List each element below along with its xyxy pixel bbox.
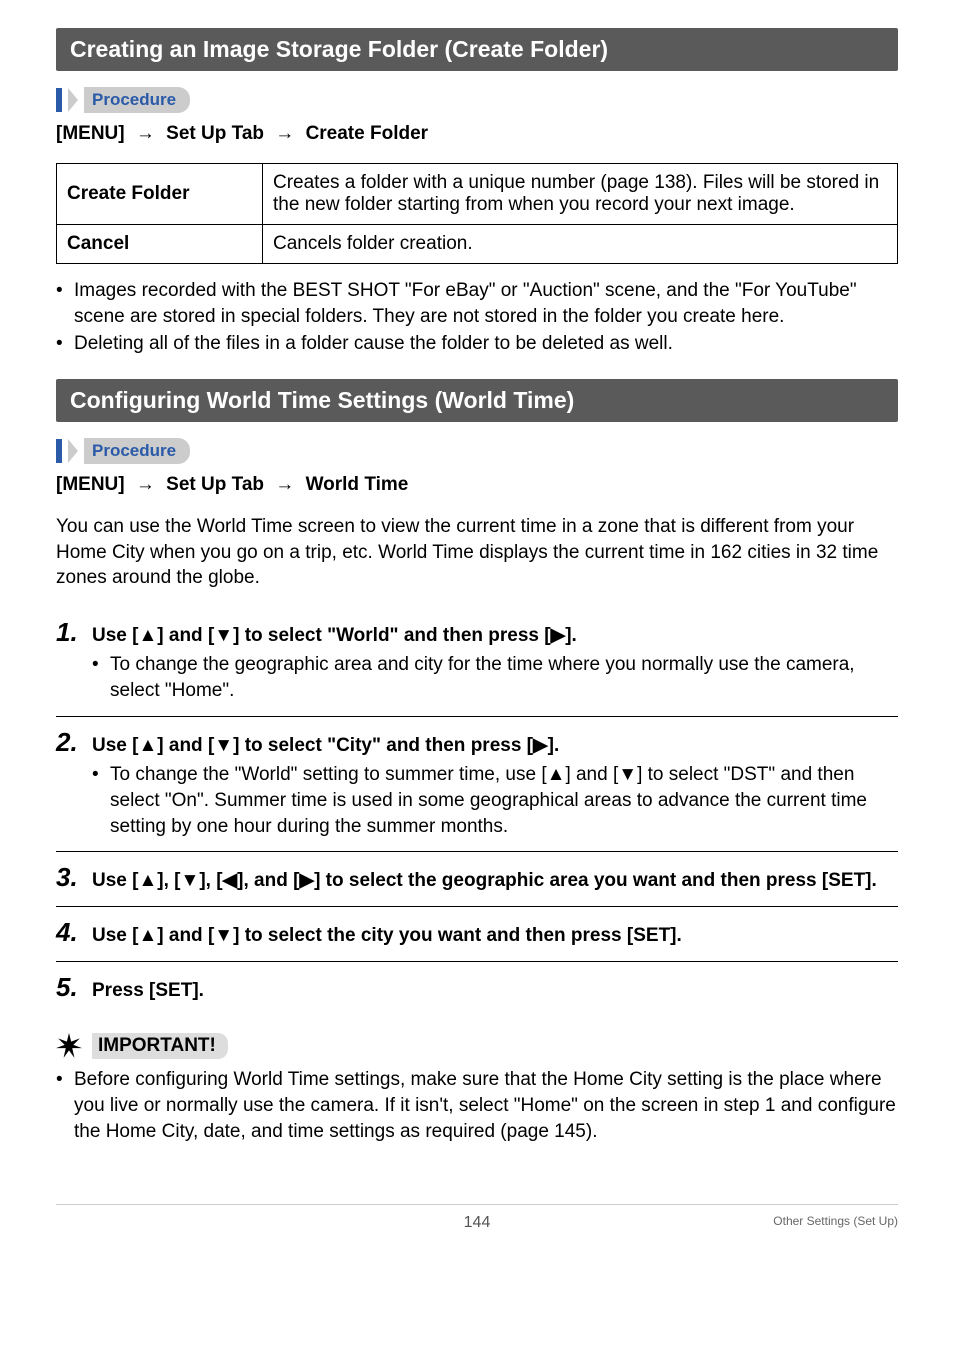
bullet-dot: • — [92, 762, 110, 839]
up-triangle-icon: ▲ — [138, 870, 157, 891]
bullet-dot: • — [56, 331, 74, 357]
step-3: 3. Use [▲], [▼], [◀], and [▶] to select … — [56, 852, 898, 907]
up-triangle-icon: ▲ — [138, 735, 157, 756]
step-sub-text: To change the "World" setting to summer … — [110, 762, 898, 839]
important-label: IMPORTANT! — [92, 1033, 228, 1059]
procedure-arrow-icon — [68, 88, 78, 112]
arrow-right-icon: → — [136, 123, 155, 144]
step-5: 5. Press [SET]. — [56, 962, 898, 1016]
table-cell-head: Create Folder — [57, 164, 263, 225]
step-title: Press [SET]. — [92, 978, 898, 1004]
burst-icon — [56, 1033, 82, 1059]
bullet-text: Deleting all of the files in a folder ca… — [74, 331, 898, 357]
menu-path-part: [MENU] — [56, 474, 125, 495]
procedure-row-1: Procedure — [56, 87, 898, 113]
menu-path-part: Set Up Tab — [166, 123, 264, 144]
table-cell-head: Cancel — [57, 225, 263, 264]
menu-path-part: [MENU] — [56, 123, 125, 144]
table-row: Cancel Cancels folder creation. — [57, 225, 898, 264]
create-folder-table: Create Folder Creates a folder with a un… — [56, 163, 898, 264]
down-triangle-icon: ▼ — [214, 925, 233, 946]
step-body: • To change the "World" setting to summe… — [56, 762, 898, 839]
step-1: 1. Use [▲] and [▼] to select "World" and… — [56, 607, 898, 717]
arrow-right-icon: → — [275, 123, 294, 144]
down-triangle-icon: ▼ — [618, 764, 637, 785]
bullet-dot: • — [56, 278, 74, 329]
bullet-dot: • — [92, 652, 110, 703]
important-header: IMPORTANT! — [56, 1033, 898, 1059]
menu-path-2: [MENU] → Set Up Tab → World Time — [56, 474, 898, 496]
left-triangle-icon: ◀ — [223, 870, 238, 891]
step-number: 2. — [56, 727, 92, 758]
step-sub-text: To change the geographic area and city f… — [110, 652, 898, 703]
list-item: • Deleting all of the files in a folder … — [56, 331, 898, 357]
bullet-text: Images recorded with the BEST SHOT "For … — [74, 278, 898, 329]
procedure-label: Procedure — [84, 87, 190, 113]
right-triangle-icon: ▶ — [551, 625, 566, 646]
step-4: 4. Use [▲] and [▼] to select the city yo… — [56, 907, 898, 962]
section-title-world-time: Configuring World Time Settings (World T… — [56, 379, 898, 422]
menu-path-1: [MENU] → Set Up Tab → Create Folder — [56, 123, 898, 145]
footer-divider — [56, 1204, 898, 1205]
section-title-create-folder: Creating an Image Storage Folder (Create… — [56, 28, 898, 71]
table-cell-body: Creates a folder with a unique number (p… — [263, 164, 898, 225]
bullet-dot: • — [56, 1067, 74, 1144]
bullet-list-1: • Images recorded with the BEST SHOT "Fo… — [56, 278, 898, 357]
procedure-row-2: Procedure — [56, 438, 898, 464]
page-footer: 144 Other Settings (Set Up) — [56, 1204, 898, 1232]
intro-paragraph: You can use the World Time screen to vie… — [56, 514, 898, 591]
important-body: • Before configuring World Time settings… — [56, 1067, 898, 1144]
menu-path-part: World Time — [306, 474, 409, 495]
up-triangle-icon: ▲ — [547, 764, 566, 785]
procedure-bar-icon — [56, 88, 62, 112]
step-title: Use [▲] and [▼] to select "World" and th… — [92, 623, 898, 649]
step-number: 4. — [56, 917, 92, 948]
step-title: Use [▲] and [▼] to select the city you w… — [92, 923, 898, 949]
procedure-label: Procedure — [84, 438, 190, 464]
up-triangle-icon: ▲ — [138, 925, 157, 946]
menu-path-part: Set Up Tab — [166, 474, 264, 495]
procedure-bar-icon — [56, 439, 62, 463]
right-triangle-icon: ▶ — [533, 735, 548, 756]
down-triangle-icon: ▼ — [181, 870, 200, 891]
step-body: • To change the geographic area and city… — [56, 652, 898, 703]
table-cell-body: Cancels folder creation. — [263, 225, 898, 264]
step-title: Use [▲], [▼], [◀], and [▶] to select the… — [92, 868, 898, 894]
menu-path-part: Create Folder — [306, 123, 428, 144]
step-number: 5. — [56, 972, 92, 1003]
arrow-right-icon: → — [275, 474, 294, 495]
procedure-arrow-icon — [68, 439, 78, 463]
step-title: Use [▲] and [▼] to select "City" and the… — [92, 733, 898, 759]
page-number: 144 — [464, 1214, 491, 1232]
arrow-right-icon: → — [136, 474, 155, 495]
right-triangle-icon: ▶ — [299, 870, 314, 891]
down-triangle-icon: ▼ — [214, 735, 233, 756]
list-item: • Images recorded with the BEST SHOT "Fo… — [56, 278, 898, 329]
footer-section-label: Other Settings (Set Up) — [773, 1214, 898, 1228]
table-row: Create Folder Creates a folder with a un… — [57, 164, 898, 225]
step-number: 3. — [56, 862, 92, 893]
down-triangle-icon: ▼ — [214, 625, 233, 646]
up-triangle-icon: ▲ — [138, 625, 157, 646]
step-number: 1. — [56, 617, 92, 648]
important-text: Before configuring World Time settings, … — [74, 1067, 898, 1144]
step-2: 2. Use [▲] and [▼] to select "City" and … — [56, 717, 898, 853]
